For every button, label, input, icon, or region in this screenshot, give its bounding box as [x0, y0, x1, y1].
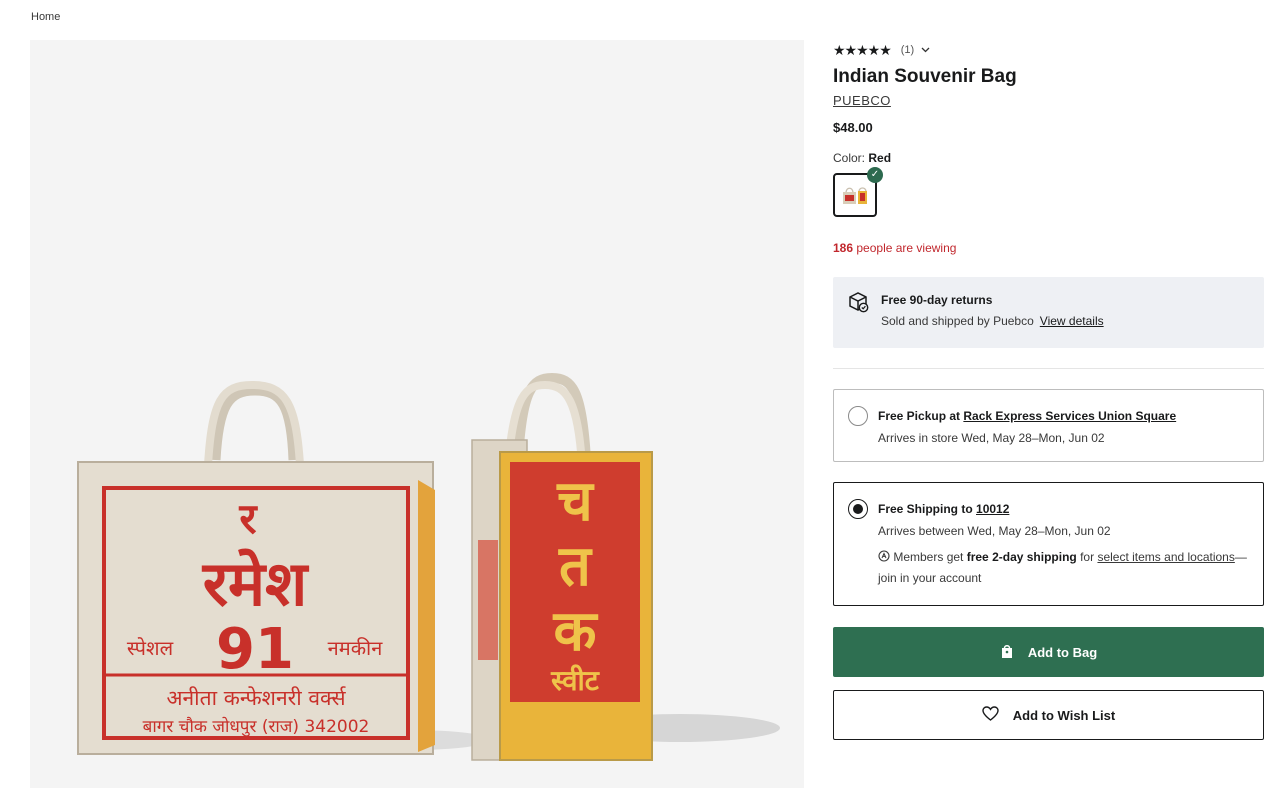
left-bag: र रमेश 91 स्पेशल नमकीन अनीता कन्फेशनरी व… [77, 380, 435, 755]
star-rating-icon: ★★★★★ [833, 41, 892, 58]
sold-by-text: Sold and shipped by Puebco [881, 314, 1034, 328]
returns-sold-by: Sold and shipped by Puebco View details [881, 314, 1104, 328]
pickup-title: Free Pickup at Rack Express Services Uni… [878, 409, 1176, 423]
left-bag-print-line2: बागर चौक जोधपुर (राज) 342002 [143, 716, 370, 737]
right-bag-print-b: त [558, 534, 593, 599]
pickup-arrival: Arrives in store Wed, May 28–Mon, Jun 02 [878, 431, 1105, 445]
add-to-bag-label: Add to Bag [1027, 644, 1098, 660]
shipping-prefix: Free Shipping to [878, 502, 973, 516]
color-value: Red [868, 151, 892, 165]
rating-row[interactable]: ★★★★★ (1) [833, 40, 1264, 60]
product-price: $48.00 [833, 120, 873, 135]
members-mid: for [1080, 550, 1095, 564]
shipping-option[interactable]: Free Shipping to 10012 Arrives between W… [833, 482, 1264, 606]
color-swatch-red[interactable]: ✓ [833, 167, 883, 217]
swatch-thumbnail-icon [843, 187, 867, 204]
view-details-link[interactable]: View details [1040, 314, 1104, 328]
left-bag-print-number: 91 [216, 617, 294, 682]
return-package-icon [847, 291, 869, 318]
shipping-arrival: Arrives between Wed, May 28–Mon, Jun 02 [878, 524, 1111, 538]
left-bag-print-char: र [238, 494, 258, 543]
right-bag-print-foot: स्वीट [550, 664, 600, 697]
shipping-option-text: Free Shipping to 10012 Arrives between W… [878, 499, 1249, 589]
product-title: Indian Souvenir Bag [833, 66, 1017, 87]
shipping-zip-link[interactable]: 10012 [976, 502, 1009, 516]
returns-text: Free 90-day returns Sold and shipped by … [881, 291, 1104, 328]
pickup-option[interactable]: Free Pickup at Rack Express Services Uni… [833, 389, 1264, 462]
left-bag-side [418, 480, 435, 752]
viewing-count: 186 [833, 241, 854, 255]
members-prefix: Members get [893, 550, 964, 564]
section-divider [833, 368, 1264, 369]
left-bag-print-big: रमेश [202, 547, 309, 620]
right-bag-print-c: क [552, 599, 598, 664]
right-bag: च त क स्वीट [471, 372, 653, 761]
breadcrumb: Home [31, 11, 60, 23]
members-shipping-note: Members get free 2-day shipping for sele… [878, 547, 1249, 589]
viewing-label: people are viewing [856, 241, 957, 255]
color-selector-label: Color: Red [833, 151, 1264, 165]
rating-count: (1) [900, 44, 915, 56]
product-info-panel: ★★★★★ (1) Indian Souvenir Bag PUEBCO $48… [833, 40, 1264, 740]
pickup-store-link[interactable]: Rack Express Services Union Square [963, 409, 1176, 423]
pickup-radio[interactable] [848, 406, 868, 426]
add-to-wish-list-button[interactable]: Add to Wish List [833, 690, 1264, 740]
left-bag-print-small-b: नमकीन [328, 636, 384, 660]
breadcrumb-home-link[interactable]: Home [31, 11, 60, 23]
shipping-radio[interactable] [848, 499, 868, 519]
left-bag-print-line1: अनीता कन्फेशनरी वर्क्स [166, 686, 346, 710]
product-image[interactable]: र रमेश 91 स्पेशल नमकीन अनीता कन्फेशनरी व… [30, 40, 804, 788]
add-to-bag-button[interactable]: Add to Bag [833, 627, 1264, 677]
returns-title: Free 90-day returns [881, 293, 993, 307]
pickup-prefix: Free Pickup at [878, 409, 961, 423]
brand-link[interactable]: PUEBCO [833, 93, 891, 108]
right-bag-side-print [478, 540, 498, 660]
color-label: Color: [833, 151, 866, 165]
left-bag-print-small-a: स्पेशल [127, 636, 174, 660]
pickup-option-text: Free Pickup at Rack Express Services Uni… [878, 406, 1176, 445]
members-bold: free 2-day shipping [966, 550, 1077, 564]
viewing-count-text: 186 people are viewing [833, 241, 1264, 255]
product-photo-svg: र रमेश 91 स्पेशल नमकीन अनीता कन्फेशनरी व… [77, 372, 780, 761]
shopping-bag-icon [1000, 643, 1014, 662]
returns-info-box: Free 90-day returns Sold and shipped by … [833, 277, 1264, 348]
chevron-down-icon[interactable] [921, 45, 930, 55]
add-to-wish-list-label: Add to Wish List [1012, 707, 1116, 723]
right-bag-print-a: च [556, 469, 595, 534]
selected-check-icon: ✓ [867, 167, 883, 183]
heart-icon [982, 706, 999, 724]
select-items-link[interactable]: select items and locations [1097, 550, 1234, 564]
shipping-title: Free Shipping to 10012 [878, 502, 1249, 516]
members-badge-icon [878, 550, 893, 564]
